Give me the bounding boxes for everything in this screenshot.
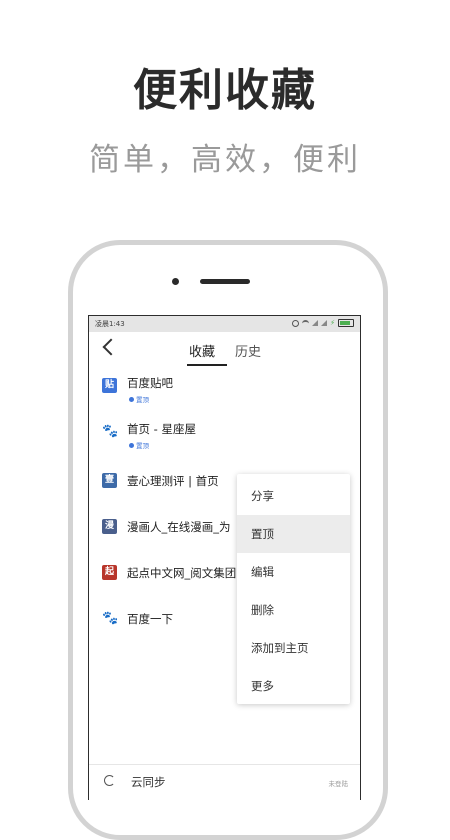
pinned-label: 置顶 [136,396,149,404]
promo-subline: 简单，高效，便利 [89,142,361,178]
wifi-icon [302,319,310,327]
bookmark-title: 壹心理测评 | 首页 [127,474,219,488]
menu-item-delete[interactable]: 删除 [237,591,350,629]
cloud-sync-button[interactable]: 云同步 [131,774,166,790]
signal-icon [321,320,328,326]
tab-favorites[interactable]: 收藏 [189,341,215,360]
menu-item-add-to-home[interactable]: 添加到主页 [237,629,350,667]
promo-headline: 便利收藏 [133,65,317,116]
bookmark-title: 百度贴吧 [127,376,173,390]
pin-icon [129,396,134,402]
bookmark-title: 百度一下 [127,612,173,626]
status-bar: 凌晨1:43 ⚡ [89,316,360,332]
pin-icon [129,442,134,448]
menu-item-pin-top[interactable]: 置顶 [237,515,350,553]
camera-icon [172,278,179,285]
signal-icon [312,320,319,326]
status-time: 凌晨1:43 [95,320,125,328]
manhuaren-icon: 漫 [102,519,117,534]
status-icons: ⚡ [292,319,354,327]
pinned-badge: 置顶 [129,440,149,450]
menu-item-edit[interactable]: 编辑 [237,553,350,591]
refresh-icon[interactable] [104,775,115,786]
pinned-badge: 置顶 [129,394,149,404]
back-arrow-icon[interactable] [102,338,120,356]
bookmark-title: 起点中文网_阅文集团 [127,566,237,580]
battery-icon [338,319,354,327]
bookmark-item-xingzuowu[interactable]: 🐾 首页 - 星座屋 置顶 [89,414,360,458]
baidu-paw-icon: 🐾 [102,611,119,626]
qidian-icon: 起 [102,565,117,580]
menu-item-share[interactable]: 分享 [237,477,350,515]
pinned-label: 置顶 [136,442,149,450]
tieba-icon: 贴 [102,378,117,393]
bookmark-item-tieba[interactable]: 贴 百度贴吧 置顶 [89,368,360,412]
bottom-bar: 云同步 未登陆 [89,764,360,800]
alarm-icon [292,319,300,327]
top-nav: 收藏 历史 [89,332,360,366]
yixinli-icon: 壹 [102,473,117,488]
menu-item-more[interactable]: 更多 [237,667,350,705]
tab-history[interactable]: 历史 [235,341,261,360]
phone-screen: 凌晨1:43 ⚡ 收藏 历史 贴 百度贴吧 置顶 🐾 首页 - 星座屋 置顶 壹… [88,315,361,800]
login-status: 未登陆 [328,780,349,788]
active-tab-indicator [187,364,227,366]
context-menu: 分享 置顶 编辑 删除 添加到主页 更多 [237,474,350,704]
bookmark-title: 漫画人_在线漫画_为 [127,520,231,534]
speaker-grille [200,279,250,284]
charging-icon: ⚡ [330,318,335,327]
bookmark-title: 首页 - 星座屋 [127,422,196,436]
baidu-paw-icon: 🐾 [102,424,119,439]
